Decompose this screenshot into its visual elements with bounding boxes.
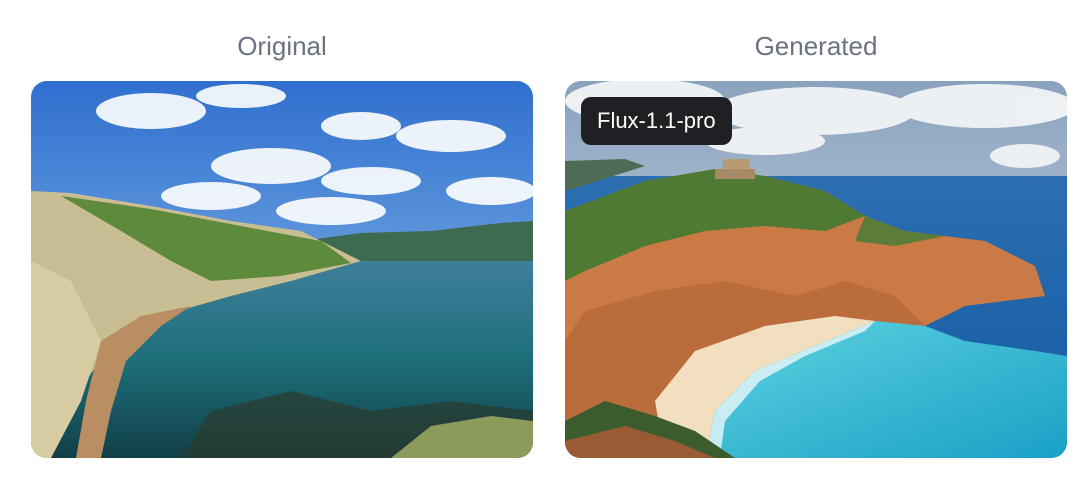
generated-caption: Generated: [754, 31, 878, 61]
original-image: [31, 81, 533, 458]
generated-image: Flux-1.1-pro: [565, 81, 1067, 458]
original-caption: Original: [237, 31, 327, 61]
model-badge: Flux-1.1-pro: [581, 97, 732, 145]
original-photo: [31, 81, 533, 458]
